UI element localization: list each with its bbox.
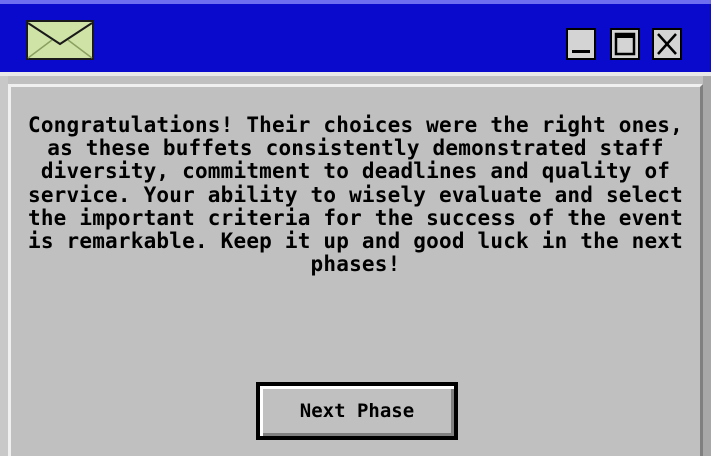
dialog-window: Congratulations! Their choices were the … xyxy=(0,0,711,456)
close-button[interactable] xyxy=(652,28,682,60)
close-icon xyxy=(657,33,677,55)
minimize-icon xyxy=(572,50,590,53)
title-bar[interactable] xyxy=(0,0,711,72)
maximize-button[interactable] xyxy=(610,28,640,60)
next-phase-button[interactable]: Next Phase xyxy=(256,382,458,440)
envelope-icon xyxy=(26,20,94,60)
window-left-edge xyxy=(0,76,8,456)
dialog-message: Congratulations! Their choices were the … xyxy=(28,113,683,277)
maximize-icon xyxy=(614,32,636,56)
title-bar-divider xyxy=(0,72,711,76)
minimize-button[interactable] xyxy=(566,28,596,60)
window-right-edge xyxy=(703,76,711,456)
